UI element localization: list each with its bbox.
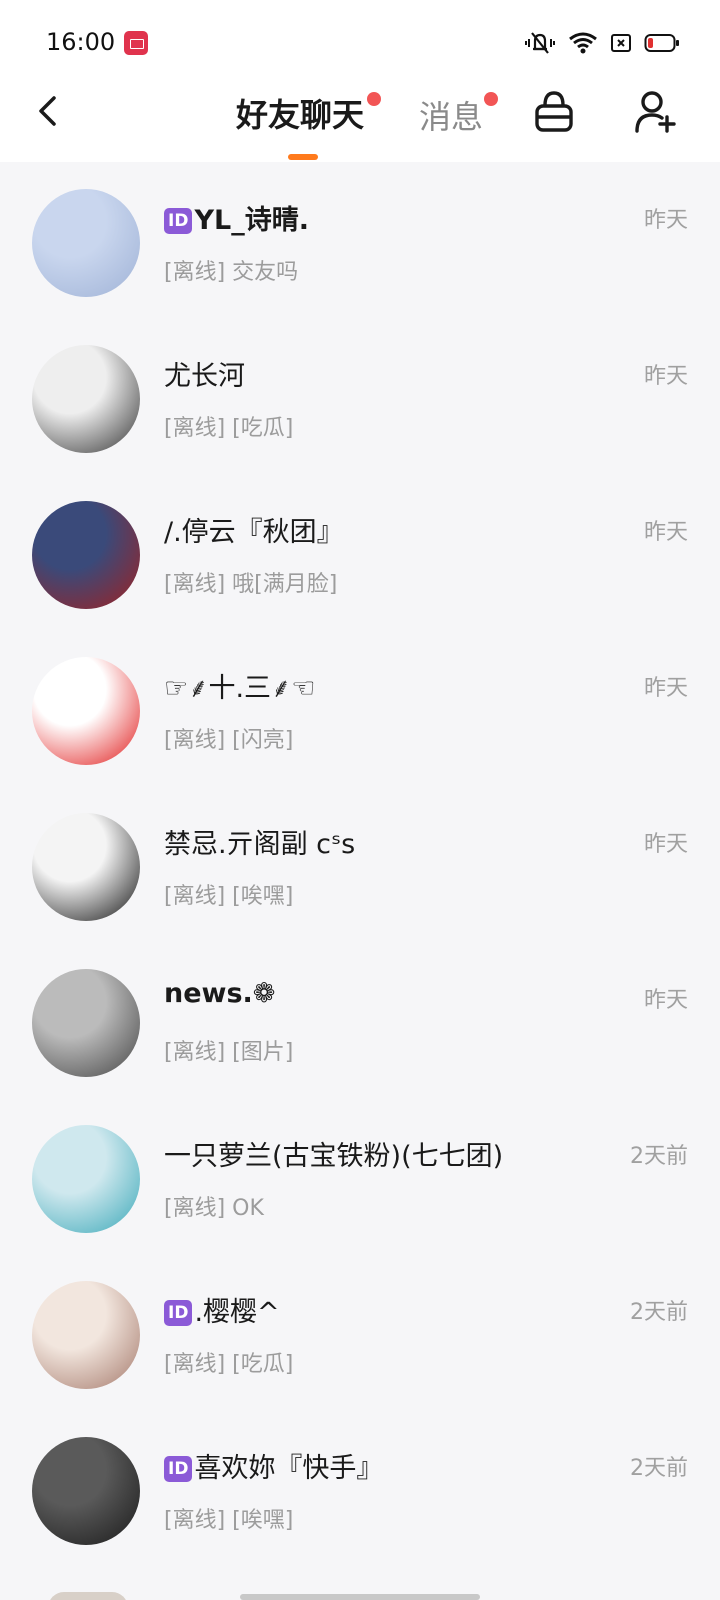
last-message: [图片]: [232, 1040, 294, 1065]
online-status: [离线]: [164, 1196, 226, 1221]
avatar: [48, 1592, 128, 1600]
tab-friend-chat[interactable]: 好友聊天: [236, 90, 364, 136]
battery-icon: [644, 34, 679, 52]
chat-name: ID 喜欢妳『快手』: [164, 1446, 383, 1485]
status-time: 16:00: [46, 28, 116, 56]
chat-name: /.停云『秋团』: [164, 510, 344, 549]
chat-name: ID .樱樱^: [164, 1290, 280, 1329]
chat-list: ID YL_诗晴. 昨天 [离线] 交友吗 尤长河 昨天 [离线] [吃瓜]/.停云『秋团』…: [0, 162, 720, 1566]
chat-name-text: 一只萝兰(古宝铁粉)(七七团): [164, 1141, 504, 1172]
last-message: [唉嘿]: [232, 884, 294, 909]
chat-name-text: news.❁: [164, 978, 276, 1009]
active-tab-indicator: [288, 154, 318, 160]
chat-time: 昨天: [643, 364, 688, 389]
last-message: 哦[满月脸]: [232, 572, 338, 597]
avatar[interactable]: [32, 345, 140, 453]
chat-item[interactable]: ☞⸙十.三⸙☜ 昨天 [离线] [闪亮]: [0, 630, 720, 786]
basket-icon[interactable]: [532, 89, 576, 135]
chat-item[interactable]: 尤长河 昨天 [离线] [吃瓜]: [0, 318, 720, 474]
chat-preview: [离线] [吃瓜]: [164, 410, 293, 442]
chat-name: 禁忌.亓阁副 ᴄˢs: [164, 822, 355, 861]
chat-item[interactable]: 一只萝兰(古宝铁粉)(七七团) 2天前 [离线] OK: [0, 1098, 720, 1254]
online-status: [离线]: [164, 884, 226, 909]
chat-time: 昨天: [643, 988, 688, 1013]
chat-preview: [离线] [图片]: [164, 1034, 293, 1066]
chat-item[interactable]: ID .樱樱^ 2天前 [离线] [吃瓜]: [0, 1254, 720, 1410]
chat-preview: [离线] [唉嘿]: [164, 1502, 293, 1534]
avatar[interactable]: [32, 189, 140, 297]
chat-name-text: 尤长河: [164, 361, 245, 392]
chat-name-text: .樱樱^: [194, 1297, 280, 1328]
friend-chat-unread-dot: [367, 92, 381, 106]
last-message: [闪亮]: [232, 728, 294, 753]
chat-time: 昨天: [643, 208, 688, 233]
nav-bar: 好友聊天 消息: [0, 80, 720, 162]
chat-item[interactable]: /.停云『秋团』 昨天 [离线] 哦[满月脸]: [0, 474, 720, 630]
chat-name: news.❁: [164, 978, 275, 1009]
chat-preview: [离线] [唉嘿]: [164, 878, 293, 910]
avatar[interactable]: [32, 501, 140, 609]
tab-messages[interactable]: 消息: [419, 92, 483, 138]
id-badge-icon: ID: [164, 208, 193, 234]
online-status: [离线]: [164, 572, 226, 597]
status-icons: [524, 28, 680, 58]
chat-preview: [离线] 交友吗: [164, 254, 298, 286]
avatar[interactable]: [32, 969, 140, 1077]
chat-name: 一只萝兰(古宝铁粉)(七七团): [164, 1134, 503, 1173]
chat-time: 昨天: [643, 832, 688, 857]
id-badge-icon: ID: [164, 1300, 193, 1326]
chat-item[interactable]: ID YL_诗晴. 昨天 [离线] 交友吗: [0, 162, 720, 318]
add-friend-icon[interactable]: [634, 89, 678, 135]
last-message: [吃瓜]: [232, 416, 294, 441]
vibrate-mute-icon: [525, 32, 555, 54]
chat-name-text: ☞⸙十.三⸙☜: [164, 673, 316, 704]
chat-item[interactable]: ID 喜欢妳『快手』 2天前 [离线] [唉嘿]: [0, 1410, 720, 1566]
chat-time: 昨天: [643, 520, 688, 545]
chat-time: 昨天: [643, 676, 688, 701]
back-button[interactable]: [30, 92, 70, 132]
last-message: [吃瓜]: [232, 1352, 294, 1377]
avatar[interactable]: [32, 1437, 140, 1545]
chat-name-text: 喜欢妳『快手』: [194, 1453, 384, 1484]
chat-name-text: /.停云『秋团』: [164, 517, 344, 548]
last-message: 交友吗: [232, 260, 299, 285]
chat-name: ID YL_诗晴.: [164, 198, 309, 237]
screen-record-icon: [124, 31, 148, 55]
id-badge-icon: ID: [164, 1456, 193, 1482]
chat-time: 2天前: [630, 1300, 688, 1325]
online-status: [离线]: [164, 260, 226, 285]
last-message: OK: [232, 1196, 264, 1221]
chat-time: 2天前: [630, 1144, 688, 1169]
online-status: [离线]: [164, 1508, 226, 1533]
avatar[interactable]: [32, 813, 140, 921]
chat-preview: [离线] OK: [164, 1190, 264, 1222]
chat-time: 2天前: [630, 1456, 688, 1481]
chat-name: ☞⸙十.三⸙☜: [164, 666, 316, 705]
wifi-icon: [569, 32, 597, 54]
chat-preview: [离线] [吃瓜]: [164, 1346, 293, 1378]
online-status: [离线]: [164, 1352, 226, 1377]
avatar[interactable]: [32, 1281, 140, 1389]
chat-item[interactable]: news.❁ 昨天 [离线] [图片]: [0, 942, 720, 1098]
chat-item[interactable]: 禁忌.亓阁副 ᴄˢs 昨天 [离线] [唉嘿]: [0, 786, 720, 942]
chat-preview: [离线] [闪亮]: [164, 722, 293, 754]
online-status: [离线]: [164, 416, 226, 441]
chat-name: 尤长河: [164, 354, 245, 393]
avatar[interactable]: [32, 657, 140, 765]
online-status: [离线]: [164, 1040, 226, 1065]
status-bar: 16:00: [0, 0, 720, 80]
messages-unread-dot: [484, 92, 498, 106]
no-sim-icon: [611, 34, 631, 52]
chat-preview: [离线] 哦[满月脸]: [164, 566, 337, 598]
home-indicator[interactable]: [240, 1594, 480, 1600]
chat-name-text: YL_诗晴.: [194, 205, 309, 236]
avatar[interactable]: [32, 1125, 140, 1233]
online-status: [离线]: [164, 728, 226, 753]
last-message: [唉嘿]: [232, 1508, 294, 1533]
chat-name-text: 禁忌.亓阁副 ᴄˢs: [164, 829, 356, 860]
